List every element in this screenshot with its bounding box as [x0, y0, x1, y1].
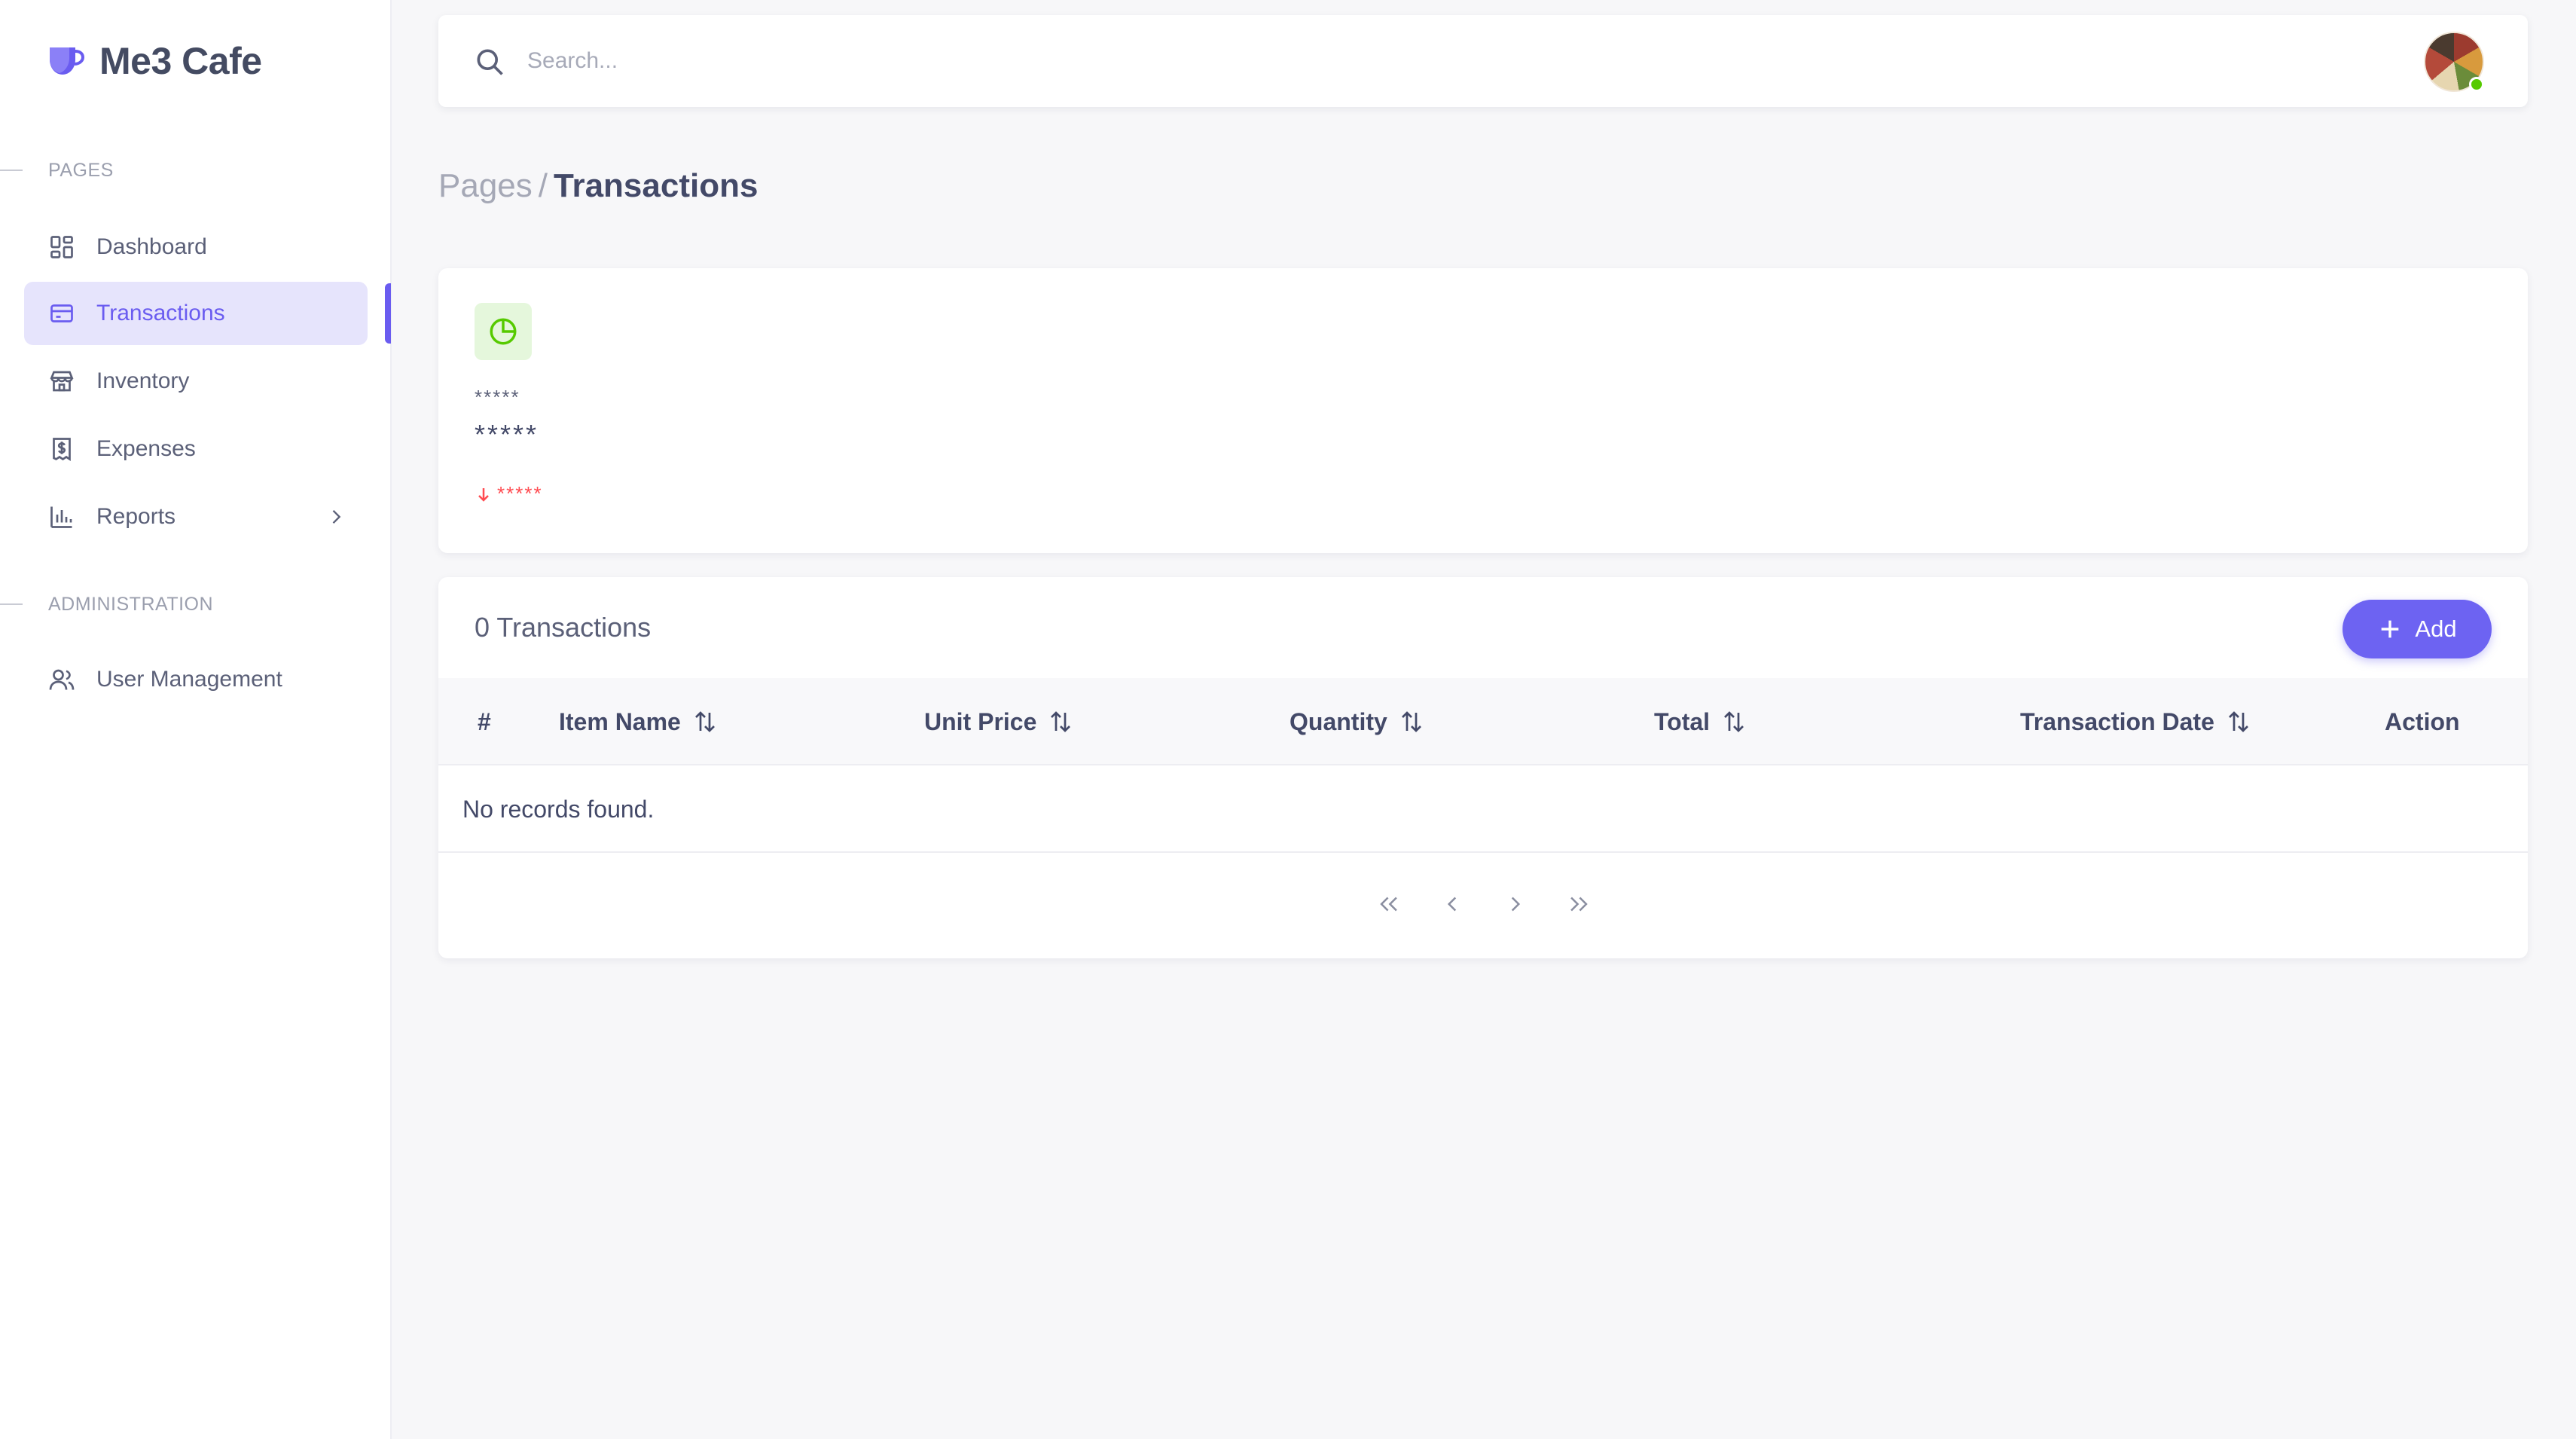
sort-icon[interactable]: [1047, 708, 1074, 735]
column-header-item-name[interactable]: Item Name: [559, 678, 719, 765]
pagination: [1372, 888, 1595, 921]
receipt-dollar-icon: [48, 435, 75, 463]
chevron-left-icon: [1447, 897, 1457, 912]
search-input[interactable]: [527, 38, 2184, 84]
add-button-label: Add: [2415, 616, 2457, 642]
column-header-transaction-date[interactable]: Transaction Date: [2020, 678, 2252, 765]
column-header-quantity[interactable]: Quantity: [1290, 678, 1425, 765]
stat-change: *****: [475, 482, 543, 506]
arrow-down-icon: [478, 487, 489, 502]
section-label-administration: ADMINISTRATION: [0, 589, 392, 619]
online-status-dot: [2469, 77, 2484, 92]
sidebar-item-label: User Management: [96, 667, 282, 692]
previous-page-button[interactable]: [1436, 888, 1469, 921]
empty-state-row: No records found.: [438, 767, 2528, 853]
breadcrumb-separator: /: [538, 167, 548, 204]
sidebar-item-inventory[interactable]: Inventory: [24, 350, 368, 413]
chevrons-right-icon: [1570, 897, 1588, 912]
sidebar-item-label: Transactions: [96, 301, 225, 325]
column-header-action: Action: [2385, 707, 2460, 735]
top-search-bar: [438, 15, 2528, 107]
credit-card-icon: [48, 300, 75, 327]
empty-message: No records found.: [462, 795, 655, 823]
dashboard-icon: [48, 234, 75, 261]
search-icon[interactable]: [473, 45, 506, 78]
table-title: 0 Transactions: [475, 612, 652, 643]
coffee-cup-logo-icon: [50, 47, 85, 75]
transactions-table-card: 0 Transactions Add # Item Name Unit Pric…: [438, 577, 2528, 958]
section-label-pages: PAGES: [0, 155, 392, 185]
bar-chart-icon: [48, 503, 75, 530]
sidebar-item-label: Expenses: [96, 436, 196, 461]
sort-icon[interactable]: [691, 708, 719, 735]
sidebar-item-label: Inventory: [96, 368, 190, 393]
first-page-button[interactable]: [1372, 888, 1406, 921]
chevrons-left-icon: [1380, 897, 1397, 912]
sidebar-item-label: Dashboard: [96, 234, 207, 259]
brand-name: Me3 Cafe: [99, 40, 262, 82]
breadcrumb: Pages / Transactions: [438, 167, 758, 205]
add-transaction-button[interactable]: Add: [2343, 600, 2492, 658]
last-page-button[interactable]: [1562, 888, 1595, 921]
brand[interactable]: Me3 Cafe: [47, 39, 262, 83]
breadcrumb-parent[interactable]: Pages: [438, 167, 533, 205]
stat-value: *****: [475, 419, 539, 450]
store-icon: [48, 368, 75, 395]
sidebar-item-expenses[interactable]: Expenses: [24, 417, 368, 481]
table-header: # Item Name Unit Price Quantity Total Tr…: [438, 678, 2528, 765]
sidebar-item-label: Reports: [96, 504, 176, 529]
plus-icon: [2382, 620, 2399, 638]
pie-chart-icon: [475, 303, 532, 360]
column-header-total[interactable]: Total: [1654, 678, 1747, 765]
sidebar-item-reports[interactable]: Reports: [24, 485, 368, 548]
chevron-right-icon: [1511, 897, 1521, 912]
users-icon: [48, 666, 75, 693]
page-title: Transactions: [554, 167, 758, 204]
sidebar-item-dashboard[interactable]: Dashboard: [24, 215, 368, 279]
chevron-right-icon: [332, 510, 341, 524]
sidebar: Me3 Cafe PAGES Dashboard Transactions In…: [0, 0, 392, 1439]
sidebar-item-transactions[interactable]: Transactions: [24, 282, 368, 345]
active-indicator: [385, 283, 391, 344]
sidebar-item-user-management[interactable]: User Management: [24, 648, 368, 711]
column-header-unit-price[interactable]: Unit Price: [924, 678, 1074, 765]
sort-icon[interactable]: [1398, 708, 1425, 735]
next-page-button[interactable]: [1499, 888, 1532, 921]
stat-change-value: *****: [497, 482, 543, 505]
sort-icon[interactable]: [2225, 708, 2252, 735]
app-root: Me3 Cafe PAGES Dashboard Transactions In…: [0, 0, 2576, 1439]
column-header-index: #: [478, 707, 491, 735]
stat-label: *****: [475, 386, 520, 408]
sort-icon[interactable]: [1720, 708, 1747, 735]
stats-card: ***** ***** *****: [438, 268, 2528, 553]
